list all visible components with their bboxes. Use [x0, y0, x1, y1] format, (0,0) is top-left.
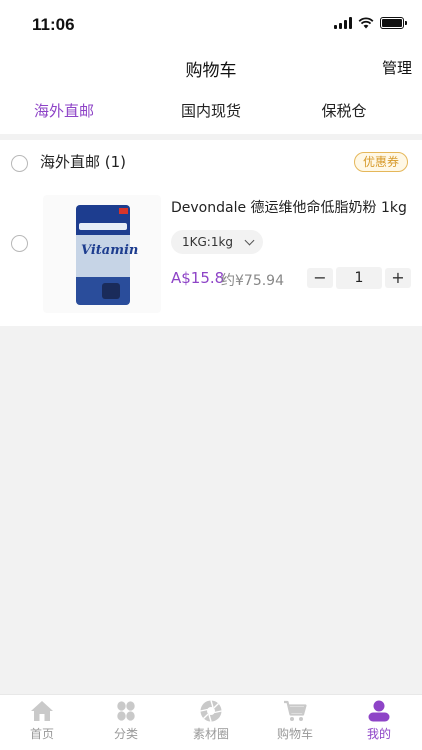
- spec-label: 1KG:1kg: [182, 235, 234, 249]
- group-select-radio[interactable]: [11, 155, 28, 172]
- milk-powder-bag-image: Vitamin: [76, 205, 138, 305]
- price-cny: 约¥75.94: [221, 273, 284, 289]
- tab-profile[interactable]: 我的: [337, 699, 421, 742]
- decrement-button[interactable]: −: [307, 268, 333, 288]
- signal-icon: [334, 17, 352, 29]
- spec-selector[interactable]: 1KG:1kg: [171, 230, 264, 254]
- category-icon: [117, 701, 135, 721]
- status-icons: [334, 17, 407, 29]
- nav-bar: 购物车 管理: [0, 48, 422, 88]
- profile-icon: [368, 700, 390, 722]
- wifi-icon: [358, 17, 374, 29]
- status-bar: 11:06: [0, 0, 422, 48]
- battery-icon: [380, 17, 407, 29]
- tab-category-label: 分类: [113, 727, 138, 741]
- quantity-stepper: − 1 +: [307, 267, 411, 289]
- chevron-down-icon: [244, 235, 255, 246]
- quantity-value[interactable]: 1: [336, 267, 382, 289]
- group-title: 海外直邮 (1): [40, 153, 127, 171]
- product-name[interactable]: Devondale 德运维他命低脂奶粉 1kg: [171, 197, 407, 217]
- increment-button[interactable]: +: [385, 268, 411, 288]
- tab-domestic-stock[interactable]: 国内现货: [151, 100, 271, 121]
- tab-profile-label: 我的: [366, 727, 391, 741]
- page-title: 购物车: [185, 61, 237, 81]
- cart-tabs: 海外直邮 国内现货 保税仓: [0, 88, 422, 134]
- tab-materials[interactable]: 素材圈: [169, 699, 253, 742]
- price-aud: A$15.8: [171, 269, 225, 287]
- home-icon: [31, 701, 53, 721]
- bottom-tab-bar: 首页 分类 素材圈 购物车 我的: [0, 694, 422, 750]
- tab-cart-label: 购物车: [276, 727, 313, 741]
- item-select-radio[interactable]: [11, 235, 28, 252]
- cart-icon: [284, 700, 307, 721]
- tab-materials-label: 素材圈: [192, 727, 229, 741]
- manage-button[interactable]: 管理: [382, 57, 412, 78]
- status-time: 11:06: [32, 15, 75, 34]
- coupon-button[interactable]: 优惠券: [353, 152, 408, 172]
- tab-category[interactable]: 分类: [84, 699, 168, 742]
- tab-home-label: 首页: [29, 727, 54, 741]
- tab-cart[interactable]: 购物车: [253, 699, 337, 742]
- aperture-icon: [200, 700, 222, 722]
- product-image[interactable]: Vitamin: [43, 195, 161, 313]
- cart-group-card: 海外直邮 (1) 优惠券 Vitamin Devondale 德运维他命低脂奶粉…: [0, 140, 422, 326]
- tab-home[interactable]: 首页: [0, 699, 84, 742]
- tab-bonded-warehouse[interactable]: 保税仓: [284, 100, 404, 121]
- tab-overseas-direct[interactable]: 海外直邮: [4, 100, 124, 121]
